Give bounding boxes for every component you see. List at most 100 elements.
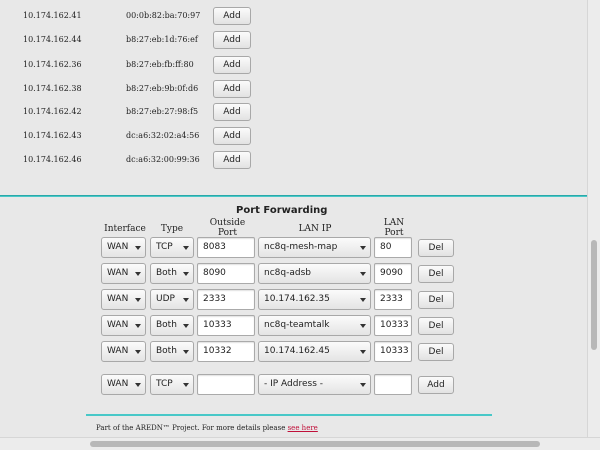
new-interface-value: WAN xyxy=(107,379,129,389)
lan-port-input[interactable]: 9090 xyxy=(374,263,412,284)
type-select[interactable]: Both xyxy=(150,341,194,362)
lease-row: 10.174.162.36 b8:27:eb:fb:ff:80 Add xyxy=(0,54,588,78)
lease-ip: 10.174.162.42 xyxy=(23,107,82,116)
footer: Part of the AREDN™ Project. For more det… xyxy=(96,424,318,432)
lan-ip-select[interactable]: 10.174.162.45 xyxy=(258,341,371,362)
chevron-down-icon xyxy=(183,350,189,354)
page: 10.174.162.41 00:0b:82:ba:70:97 Add 10.174.… xyxy=(0,0,588,438)
lease-mac: b8:27:eb:9b:0f:d6 xyxy=(126,84,199,93)
outside-port-input[interactable]: 10333 xyxy=(197,315,255,336)
horizontal-scroll-thumb[interactable] xyxy=(90,441,540,447)
lan-ip-select[interactable]: nc8q-teamtalk xyxy=(258,315,371,336)
interface-value: WAN xyxy=(107,294,129,304)
delete-rule-button[interactable]: Del xyxy=(418,291,454,309)
interface-select[interactable]: WAN xyxy=(101,341,146,362)
delete-rule-button[interactable]: Del xyxy=(418,317,454,335)
type-value: TCP xyxy=(156,242,173,252)
lease-row: 10.174.162.42 b8:27:eb:27:98:f5 Add xyxy=(0,101,588,125)
lease-row: 10.174.162.43 dc:a6:32:02:a4:56 Add xyxy=(0,125,588,149)
lan-ip-value: nc8q-adsb xyxy=(264,268,311,278)
header-outside-port-line1: Outside xyxy=(209,218,246,228)
new-type-value: TCP xyxy=(156,379,173,389)
lease-mac: b8:27:eb:27:98:f5 xyxy=(126,107,199,116)
new-outside-port-input[interactable] xyxy=(197,374,255,395)
lan-ip-value: nc8q-teamtalk xyxy=(264,320,330,330)
chevron-down-icon xyxy=(360,383,366,387)
outside-port-input[interactable]: 2333 xyxy=(197,289,255,310)
chevron-down-icon xyxy=(135,298,141,302)
lease-mac: 00:0b:82:ba:70:97 xyxy=(126,11,201,20)
outside-port-input[interactable]: 8090 xyxy=(197,263,255,284)
type-select[interactable]: UDP xyxy=(150,289,194,310)
new-interface-select[interactable]: WAN xyxy=(101,374,146,395)
add-reservation-button[interactable]: Add xyxy=(213,151,251,169)
new-type-select[interactable]: TCP xyxy=(150,374,194,395)
footer-divider xyxy=(86,414,492,416)
outside-port-input[interactable]: 8083 xyxy=(197,237,255,258)
interface-select[interactable]: WAN xyxy=(101,237,146,258)
interface-select[interactable]: WAN xyxy=(101,315,146,336)
header-outside-port: Outside Port xyxy=(200,218,255,238)
chevron-down-icon xyxy=(135,246,141,250)
add-reservation-button[interactable]: Add xyxy=(213,7,251,25)
chevron-down-icon xyxy=(360,272,366,276)
interface-value: WAN xyxy=(107,346,129,356)
lan-ip-select[interactable]: 10.174.162.35 xyxy=(258,289,371,310)
lan-port-input[interactable]: 2333 xyxy=(374,289,412,310)
type-value: Both xyxy=(156,320,177,330)
lan-port-input[interactable]: 10333 xyxy=(374,341,412,362)
lease-mac: b8:27:eb:1d:76:ef xyxy=(126,35,198,44)
header-interface: Interface xyxy=(104,224,146,234)
lease-ip: 10.174.162.46 xyxy=(23,155,82,164)
add-rule-button[interactable]: Add xyxy=(418,376,454,394)
chevron-down-icon xyxy=(183,246,189,250)
vertical-scroll-thumb[interactable] xyxy=(591,240,597,350)
chevron-down-icon xyxy=(183,383,189,387)
lan-port-input[interactable]: 10333 xyxy=(374,315,412,336)
header-lan-port: LAN Port xyxy=(375,218,413,238)
chevron-down-icon xyxy=(183,272,189,276)
see-here-link[interactable]: see here xyxy=(288,424,318,432)
lease-ip: 10.174.162.44 xyxy=(23,35,82,44)
vertical-scrollbar[interactable] xyxy=(587,0,600,438)
lease-mac: b8:27:eb:fb:ff:80 xyxy=(126,60,194,69)
lease-row: 10.174.162.44 b8:27:eb:1d:76:ef Add xyxy=(0,29,588,53)
section-divider xyxy=(0,195,588,197)
lease-ip: 10.174.162.41 xyxy=(23,11,82,20)
footer-text: Part of the AREDN™ Project. For more det… xyxy=(96,424,288,432)
add-reservation-button[interactable]: Add xyxy=(213,103,251,121)
delete-rule-button[interactable]: Del xyxy=(418,265,454,283)
chevron-down-icon xyxy=(135,383,141,387)
add-reservation-button[interactable]: Add xyxy=(213,80,251,98)
chevron-down-icon xyxy=(360,298,366,302)
lan-port-input[interactable]: 80 xyxy=(374,237,412,258)
interface-value: WAN xyxy=(107,268,129,278)
interface-select[interactable]: WAN xyxy=(101,263,146,284)
lan-ip-value: 10.174.162.45 xyxy=(264,346,330,356)
lan-ip-value: 10.174.162.35 xyxy=(264,294,330,304)
type-select[interactable]: Both xyxy=(150,315,194,336)
lease-row: 10.174.162.38 b8:27:eb:9b:0f:d6 Add xyxy=(0,78,588,102)
delete-rule-button[interactable]: Del xyxy=(418,239,454,257)
header-lan-ip: LAN IP xyxy=(298,224,332,234)
interface-select[interactable]: WAN xyxy=(101,289,146,310)
lan-ip-value: nc8q-mesh-map xyxy=(264,242,338,252)
type-select[interactable]: TCP xyxy=(150,237,194,258)
lease-row: 10.174.162.46 dc:a6:32:00:99:36 Add xyxy=(0,149,588,173)
outside-port-input[interactable]: 10332 xyxy=(197,341,255,362)
lan-ip-select[interactable]: nc8q-adsb xyxy=(258,263,371,284)
type-select[interactable]: Both xyxy=(150,263,194,284)
add-reservation-button[interactable]: Add xyxy=(213,56,251,74)
lease-ip: 10.174.162.43 xyxy=(23,131,82,140)
chevron-down-icon xyxy=(135,324,141,328)
new-lan-port-input[interactable] xyxy=(374,374,412,395)
lease-ip: 10.174.162.38 xyxy=(23,84,82,93)
lease-row: 10.174.162.41 00:0b:82:ba:70:97 Add xyxy=(0,5,588,29)
delete-rule-button[interactable]: Del xyxy=(418,343,454,361)
lan-ip-select[interactable]: nc8q-mesh-map xyxy=(258,237,371,258)
lease-ip: 10.174.162.36 xyxy=(23,60,82,69)
new-lan-ip-select[interactable]: - IP Address - xyxy=(258,374,371,395)
add-reservation-button[interactable]: Add xyxy=(213,127,251,145)
horizontal-scrollbar[interactable] xyxy=(0,437,600,450)
add-reservation-button[interactable]: Add xyxy=(213,31,251,49)
